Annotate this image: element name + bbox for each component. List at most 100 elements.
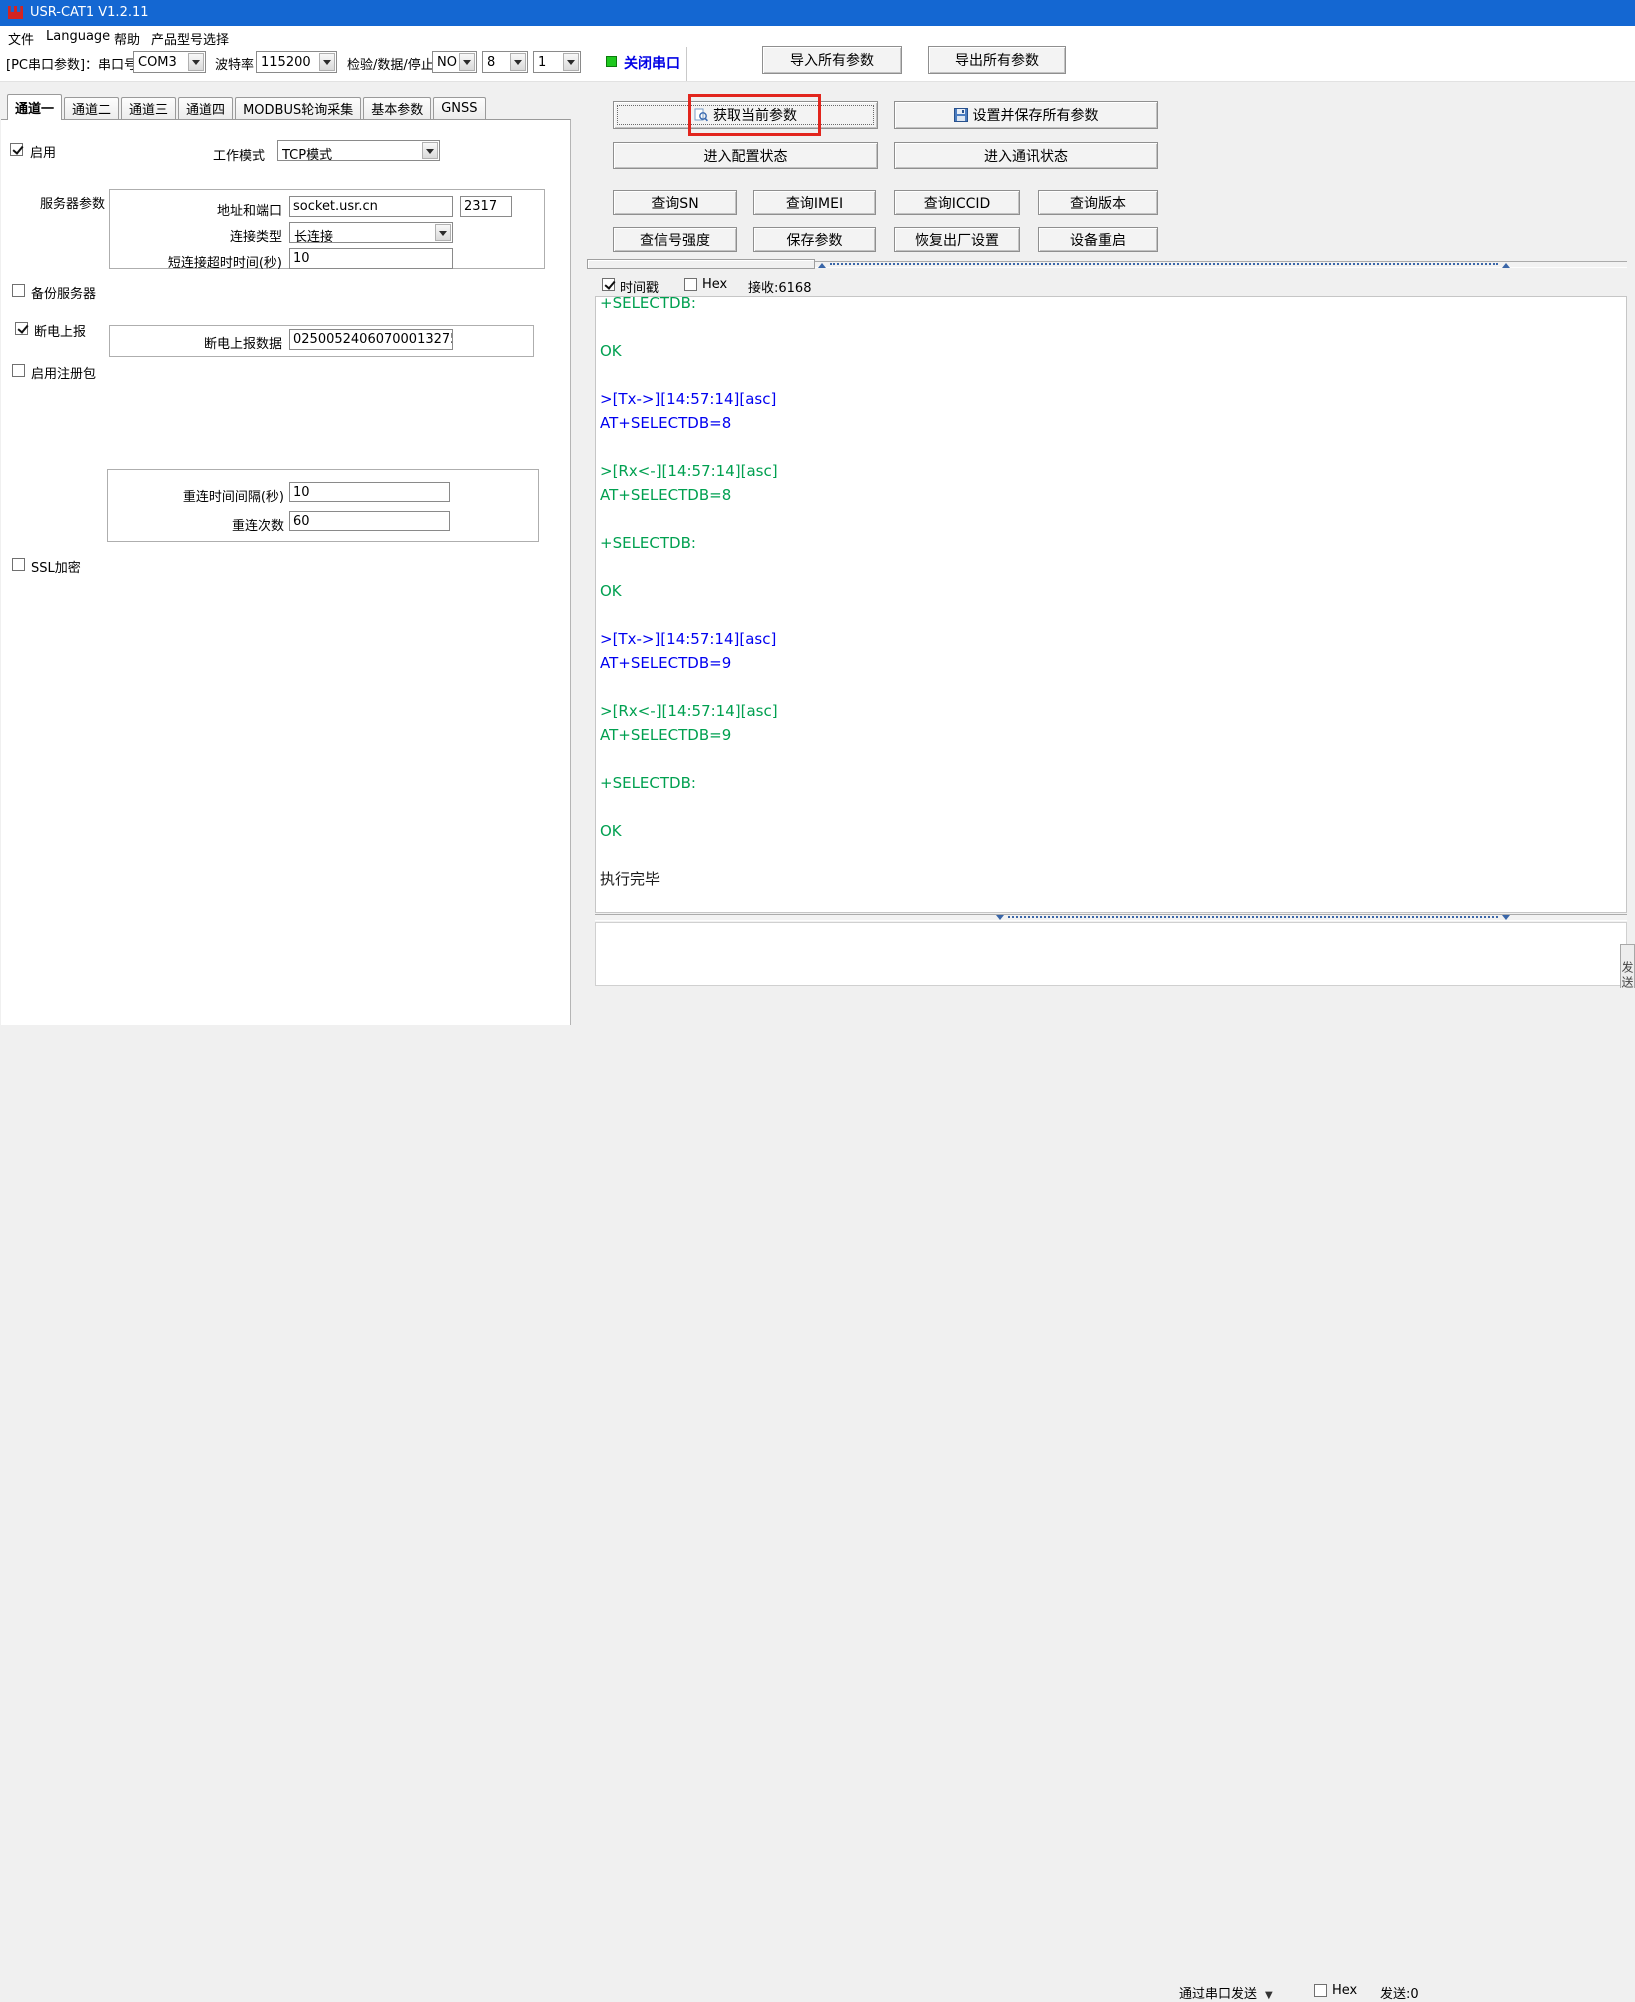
send-method-label: 通过串口发送: [1179, 1987, 1257, 2002]
log-line: AT+SELECTDB=8: [600, 411, 1626, 435]
enable-checkbox[interactable]: [10, 143, 23, 156]
log-line: +SELECTDB:: [600, 771, 1626, 795]
server-params-label: 服务器参数: [40, 193, 105, 212]
chevron-down-icon[interactable]: [422, 142, 438, 159]
chevron-down-icon[interactable]: [319, 53, 335, 71]
send-method-dropdown[interactable]: 通过串口发送▼: [1179, 1983, 1273, 2002]
log-line: >[Tx->][14:57:14][asc]: [600, 627, 1626, 651]
query-signal-button[interactable]: 查信号强度: [613, 227, 737, 252]
log-line: [600, 315, 1626, 339]
chevron-down-icon[interactable]: [435, 224, 451, 241]
query-imei-button[interactable]: 查询IMEI: [753, 190, 876, 215]
tab-6[interactable]: 基本参数: [363, 97, 431, 119]
power-report-data-input[interactable]: 02500524060700013275:PO: [289, 329, 453, 350]
server-address-input[interactable]: socket.usr.cn: [289, 196, 453, 217]
log-line: >[Rx<-][14:57:14][asc]: [600, 459, 1626, 483]
backup-server-label: 备份服务器: [31, 283, 96, 302]
export-all-params-button[interactable]: 导出所有参数: [928, 46, 1066, 74]
enter-comm-state-button[interactable]: 进入通讯状态: [894, 142, 1158, 169]
tab-1[interactable]: 通道一: [7, 94, 62, 120]
log-line: [600, 507, 1626, 531]
menu-language[interactable]: Language: [46, 29, 110, 44]
com-port-select[interactable]: COM3: [133, 51, 206, 73]
log-line: OK: [600, 579, 1626, 603]
splitter-arrow-icon[interactable]: [1502, 259, 1510, 268]
set-save-all-params-button[interactable]: 设置并保存所有参数: [894, 101, 1158, 129]
sent-count: 发送:0: [1380, 1983, 1419, 2002]
log-line: +SELECTDB:: [600, 531, 1626, 555]
recv-hex-checkbox[interactable]: [684, 278, 697, 291]
window-title: USR-CAT1 V1.2.11: [30, 5, 149, 20]
conn-type-value: 长连接: [294, 226, 434, 245]
log-line: AT+SELECTDB=9: [600, 651, 1626, 675]
query-iccid-button[interactable]: 查询ICCID: [894, 190, 1020, 215]
chevron-down-icon[interactable]: [563, 53, 579, 71]
stopbits-select[interactable]: 1: [533, 51, 581, 73]
toolbar-divider: [686, 47, 687, 81]
power-report-checkbox[interactable]: [15, 322, 28, 335]
tab-5[interactable]: MODBUS轮询采集: [235, 97, 361, 119]
parity-select[interactable]: NONI: [432, 51, 477, 73]
log-line: OK: [600, 819, 1626, 843]
backup-server-checkbox[interactable]: [12, 284, 25, 297]
upper-splitter-thumb[interactable]: [587, 259, 815, 269]
timestamp-checkbox[interactable]: [602, 278, 615, 291]
recv-count: 接收:6168: [748, 277, 811, 296]
log-line: [600, 843, 1626, 867]
short-conn-timeout-input[interactable]: 10: [289, 248, 453, 269]
server-port-input[interactable]: 2317: [460, 196, 512, 217]
baud-select[interactable]: 115200: [256, 51, 337, 73]
enter-config-state-button[interactable]: 进入配置状态: [613, 142, 878, 169]
floppy-disk-icon: [954, 108, 968, 122]
log-line: [600, 555, 1626, 579]
splitter-grip-dots[interactable]: [1008, 916, 1498, 918]
tab-2[interactable]: 通道二: [64, 97, 119, 119]
register-packet-checkbox[interactable]: [12, 364, 25, 377]
reconnect-interval-input[interactable]: 10: [289, 482, 450, 502]
log-line: [600, 435, 1626, 459]
register-packet-label: 启用注册包: [31, 363, 96, 382]
work-mode-label: 工作模式: [213, 145, 265, 164]
log-line: >[Rx<-][14:57:14][asc]: [600, 699, 1626, 723]
ssl-checkbox[interactable]: [12, 558, 25, 571]
log-lines: +SELECTDB:OK>[Tx->][14:57:14][asc]AT+SEL…: [600, 296, 1626, 891]
send-hex-checkbox[interactable]: [1314, 1984, 1327, 1997]
receive-log-area[interactable]: +SELECTDB:OK>[Tx->][14:57:14][asc]AT+SEL…: [595, 296, 1627, 913]
reconnect-interval-label: 重连时间间隔(秒): [144, 486, 284, 505]
log-line: [600, 747, 1626, 771]
reconnect-count-input[interactable]: 60: [289, 511, 450, 531]
send-input-area[interactable]: [595, 922, 1627, 986]
timestamp-label: 时间戳: [620, 277, 659, 296]
enable-label: 启用: [30, 142, 56, 161]
save-params-button[interactable]: 保存参数: [753, 227, 876, 252]
tab-7[interactable]: GNSS: [433, 97, 485, 119]
baud-value: 115200: [261, 55, 318, 70]
chevron-down-icon[interactable]: [510, 53, 526, 71]
title-bar: USR-CAT1 V1.2.11: [0, 0, 1635, 26]
factory-reset-button[interactable]: 恢复出厂设置: [894, 227, 1020, 252]
close-port-button[interactable]: 关闭串口: [624, 53, 680, 73]
menu-product-model-select[interactable]: 产品型号选择: [151, 29, 229, 48]
menu-file[interactable]: 文件: [8, 29, 34, 48]
log-line: [600, 675, 1626, 699]
conn-type-select[interactable]: 长连接: [289, 222, 453, 243]
log-line: >[Tx->][14:57:14][asc]: [600, 387, 1626, 411]
query-sn-button[interactable]: 查询SN: [613, 190, 737, 215]
import-all-params-button[interactable]: 导入所有参数: [762, 46, 902, 74]
query-version-button[interactable]: 查询版本: [1038, 190, 1158, 215]
tab-3[interactable]: 通道三: [121, 97, 176, 119]
splitter-grip-dots[interactable]: [830, 263, 1498, 265]
tab-4[interactable]: 通道四: [178, 97, 233, 119]
menu-help[interactable]: 帮助: [114, 29, 140, 48]
reconnect-count-label: 重连次数: [180, 515, 284, 534]
work-mode-select[interactable]: TCP模式: [277, 140, 440, 161]
splitter-arrow-icon[interactable]: [818, 259, 826, 268]
device-reboot-button[interactable]: 设备重启: [1038, 227, 1158, 252]
chevron-down-icon[interactable]: [459, 53, 475, 71]
databits-select[interactable]: 8: [482, 51, 528, 73]
chevron-down-icon[interactable]: [188, 53, 204, 71]
parity-value: NONI: [437, 55, 458, 70]
addr-port-label: 地址和端口: [160, 200, 282, 219]
menu-bar: 文件 Language 帮助 产品型号选择: [0, 26, 1635, 47]
recv-hex-label: Hex: [702, 277, 727, 292]
